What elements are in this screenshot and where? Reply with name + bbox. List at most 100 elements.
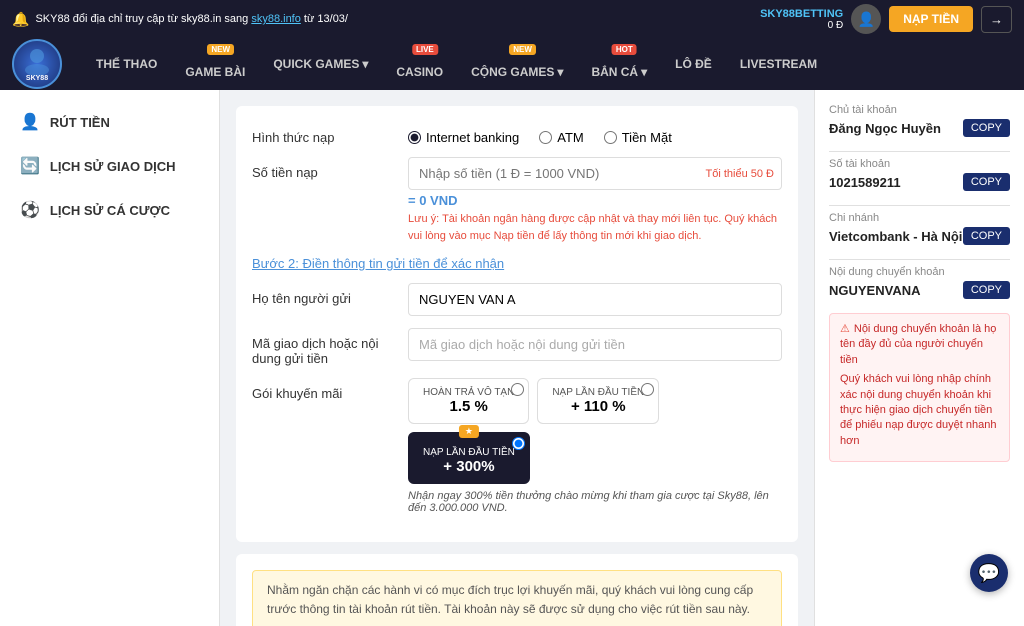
banner-right: SKY88BETTING 0 Đ 👤 NẠP TIỀN → bbox=[760, 4, 1012, 34]
payment-method-label: Hình thức nạp bbox=[252, 122, 392, 145]
rp-account-number-label: Số tài khoản bbox=[829, 158, 1010, 170]
rp-account-name-row: Đăng Ngọc Huyền COPY bbox=[829, 119, 1010, 137]
radio-tien-mat[interactable]: Tiền Mặt bbox=[604, 130, 672, 145]
rp-account-number: Số tài khoản 1021589211 COPY bbox=[829, 158, 1010, 191]
rp-transfer-content-row: NGUYENVANA COPY bbox=[829, 281, 1010, 299]
sidebar-item-lich-su-giao-dich[interactable]: 🔄 LỊCH SỬ GIAO DỊCH bbox=[0, 144, 219, 188]
info-note: Nhằm ngăn chặn các hành vi có mục đích t… bbox=[252, 570, 782, 626]
cong-games-badge: NEW bbox=[509, 44, 536, 55]
nav-item-quick-games[interactable]: QUICK GAMES ▾ bbox=[259, 38, 382, 90]
sender-control bbox=[408, 283, 782, 316]
promo-1-value: 1.5 % bbox=[423, 398, 514, 415]
amount-note: Lưu ý: Tài khoản ngân hàng được cập nhật… bbox=[408, 211, 782, 244]
logo-icon: SKY88 bbox=[12, 39, 62, 89]
promo-2-value: + 110 % bbox=[552, 398, 644, 415]
nav-item-ban-ca[interactable]: HOT BẮN CÁ ▾ bbox=[577, 38, 661, 90]
logout-button[interactable]: → bbox=[981, 6, 1012, 33]
promo-3-value: + 300% bbox=[423, 458, 515, 475]
error-item-2: Quý khách vui lòng nhập chính xác nội du… bbox=[840, 372, 999, 449]
sidebar-item-lich-su-ca-cuoc[interactable]: ⚽ LỊCH SỬ CÁ CƯỢC bbox=[0, 188, 219, 232]
amount-control: Tối thiểu 50 Đ = 0 VND Lưu ý: Tài khoản … bbox=[408, 157, 782, 244]
copy-account-number-button[interactable]: COPY bbox=[963, 173, 1010, 191]
promo-note: Nhận ngay 300% tiền thưởng chào mừng khi… bbox=[408, 490, 782, 514]
sidebar: 👤 RÚT TIỀN 🔄 LỊCH SỬ GIAO DỊCH ⚽ LỊCH SỬ… bbox=[0, 90, 220, 626]
user-info: SKY88BETTING 0 Đ bbox=[760, 8, 843, 31]
payment-method-row: Hình thức nạp Internet banking ATM Tiền … bbox=[252, 122, 782, 145]
banner-link[interactable]: sky88.info bbox=[251, 13, 301, 25]
right-panel: Chủ tài khoản Đăng Ngọc Huyền COPY Số tà… bbox=[814, 90, 1024, 626]
step2-link[interactable]: Bước 2: Điền thông tin gửi tiền để xác n… bbox=[252, 256, 782, 271]
nav-item-game-bai[interactable]: NEW GAME BÀI bbox=[171, 38, 259, 90]
amount-row: Số tiền nạp Tối thiểu 50 Đ = 0 VND Lưu ý… bbox=[252, 157, 782, 244]
navbar: SKY88 THỂ THAO NEW GAME BÀI QUICK GAMES … bbox=[0, 38, 1024, 90]
rp-account-name-value: Đăng Ngọc Huyền bbox=[829, 121, 941, 136]
amount-display: = 0 VND bbox=[408, 193, 782, 208]
sender-label: Họ tên người gửi bbox=[252, 283, 392, 306]
nav-item-cong-games[interactable]: NEW CỘNG GAMES ▾ bbox=[457, 38, 577, 90]
promo-3-label: NẠP LẦN ĐẦU TIỀN bbox=[423, 447, 515, 458]
nav-item-livestream[interactable]: LIVESTREAM bbox=[726, 38, 831, 90]
rut-tien-icon: 👤 bbox=[20, 112, 40, 132]
rp-account-number-value: 1021589211 bbox=[829, 175, 901, 190]
nav-item-lo-de[interactable]: LÔ ĐỀ bbox=[661, 38, 726, 90]
rp-account-name: Chủ tài khoản Đăng Ngọc Huyền COPY bbox=[829, 104, 1010, 137]
form-card-payment: Hình thức nạp Internet banking ATM Tiền … bbox=[236, 106, 798, 542]
username: SKY88BETTING bbox=[760, 8, 843, 20]
txid-control bbox=[408, 328, 782, 361]
sidebar-item-rut-tien[interactable]: 👤 RÚT TIỀN bbox=[0, 100, 219, 144]
avatar[interactable]: 👤 bbox=[851, 4, 881, 34]
promo-3-badge: ★ bbox=[459, 425, 479, 438]
logo[interactable]: SKY88 bbox=[12, 39, 62, 89]
banner-left: 🔔 SKY88 đổi địa chỉ truy cập từ sky88.in… bbox=[12, 11, 348, 28]
error-item-1: ⚠Nội dung chuyển khoản là họ tên đầy đủ … bbox=[840, 322, 999, 368]
txid-row: Mã giao dịch hoặc nội dung gửi tiền bbox=[252, 328, 782, 366]
promo-card-3[interactable]: ★ NẠP LẦN ĐẦU TIỀN + 300% bbox=[408, 432, 530, 484]
promo-options: HOÀN TRẢ VÔ TẠN 1.5 % NẠP LẦN ĐẦU TIỀN +… bbox=[408, 378, 782, 484]
promo-label: Gói khuyến mãi bbox=[252, 378, 392, 401]
lich-su-giao-dich-icon: 🔄 bbox=[20, 156, 40, 176]
promo-1-label: HOÀN TRẢ VÔ TẠN bbox=[423, 387, 514, 398]
main-content: Hình thức nạp Internet banking ATM Tiền … bbox=[220, 90, 814, 626]
cong-games-arrow: ▾ bbox=[557, 65, 563, 79]
amount-label: Số tiền nạp bbox=[252, 157, 392, 180]
rp-account-name-label: Chủ tài khoản bbox=[829, 104, 1010, 116]
amount-min: Tối thiểu 50 Đ bbox=[706, 168, 774, 180]
svg-text:SKY88: SKY88 bbox=[26, 75, 48, 82]
copy-transfer-content-button[interactable]: COPY bbox=[963, 281, 1010, 299]
lich-su-ca-cuoc-icon: ⚽ bbox=[20, 200, 40, 220]
ban-ca-arrow: ▾ bbox=[641, 65, 647, 79]
txid-input[interactable] bbox=[408, 328, 782, 361]
sender-input[interactable] bbox=[408, 283, 782, 316]
error-list: ⚠Nội dung chuyển khoản là họ tên đầy đủ … bbox=[829, 313, 1010, 462]
radio-internet-banking[interactable]: Internet banking bbox=[408, 130, 519, 145]
sender-row: Họ tên người gửi bbox=[252, 283, 782, 316]
nap-tien-button[interactable]: NẠP TIỀN bbox=[889, 6, 973, 32]
payment-options: Internet banking ATM Tiền Mặt bbox=[408, 122, 782, 145]
balance: 0 Đ bbox=[760, 20, 843, 31]
radio-atm[interactable]: ATM bbox=[539, 130, 583, 145]
promo-card-1[interactable]: HOÀN TRẢ VÔ TẠN 1.5 % bbox=[408, 378, 529, 424]
bell-icon: 🔔 bbox=[12, 11, 29, 28]
amount-input-wrap: Tối thiểu 50 Đ bbox=[408, 157, 782, 190]
casino-badge: LIVE bbox=[412, 44, 438, 55]
rp-branch: Chi nhánh Vietcombank - Hà Nội COPY bbox=[829, 212, 1010, 245]
copy-account-name-button[interactable]: COPY bbox=[963, 119, 1010, 137]
form-card-bank: Nhằm ngăn chặn các hành vi có mục đích t… bbox=[236, 554, 798, 626]
rp-transfer-content: Nội dung chuyển khoản NGUYENVANA COPY bbox=[829, 266, 1010, 299]
nav-item-casino[interactable]: LIVE CASINO bbox=[382, 38, 457, 90]
promo-card-2[interactable]: NẠP LẦN ĐẦU TIỀN + 110 % bbox=[537, 378, 659, 424]
promo-control: HOÀN TRẢ VÔ TẠN 1.5 % NẠP LẦN ĐẦU TIỀN +… bbox=[408, 378, 782, 514]
game-bai-badge: NEW bbox=[207, 44, 234, 55]
promo-2-label: NẠP LẦN ĐẦU TIỀN bbox=[552, 387, 644, 398]
rp-branch-label: Chi nhánh bbox=[829, 212, 1010, 224]
promo-row: Gói khuyến mãi HOÀN TRẢ VÔ TẠN 1.5 % NẠP… bbox=[252, 378, 782, 514]
rp-branch-row: Vietcombank - Hà Nội COPY bbox=[829, 227, 1010, 245]
nav-item-the-thao[interactable]: THỂ THAO bbox=[82, 38, 171, 90]
rp-transfer-content-label: Nội dung chuyển khoản bbox=[829, 266, 1010, 278]
nav-items: THỂ THAO NEW GAME BÀI QUICK GAMES ▾ LIVE… bbox=[82, 38, 1012, 90]
rp-transfer-content-value: NGUYENVANA bbox=[829, 283, 921, 298]
copy-branch-button[interactable]: COPY bbox=[963, 227, 1010, 245]
chat-button[interactable]: 💬 bbox=[970, 554, 1008, 592]
banner-message: SKY88 đổi địa chỉ truy cập từ sky88.in s… bbox=[35, 13, 348, 25]
ban-ca-badge: HOT bbox=[612, 44, 637, 55]
